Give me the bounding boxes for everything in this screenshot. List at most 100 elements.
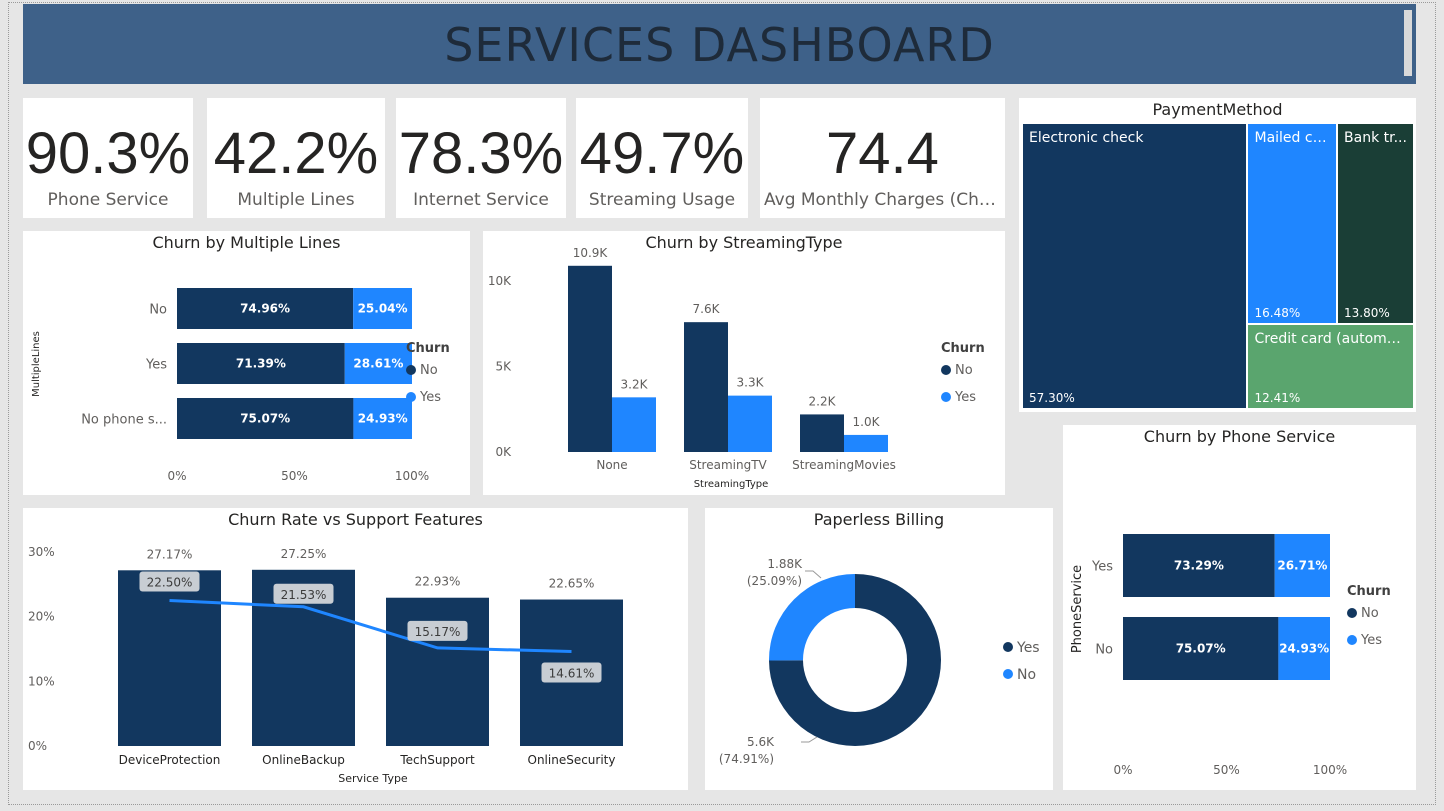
x-tick-label: 50% — [281, 469, 308, 483]
x-tick-label: 100% — [1313, 763, 1347, 777]
data-label: 74.96% — [240, 302, 290, 316]
kpi-value: 90.3% — [25, 121, 191, 186]
treemap-cell-credit-card[interactable]: Credit card (automatic) 12.41% — [1248, 325, 1413, 408]
support-features-combo-chart: 0% 10% 20% 30% 27.17% DeviceProtection 27.25% O… — [28, 545, 623, 785]
header-scrollbar[interactable] — [1404, 10, 1412, 76]
legend-marker-yes — [941, 392, 951, 402]
treemap-label: Mailed ch... — [1254, 130, 1333, 146]
treemap-label: Electronic check — [1029, 130, 1144, 146]
legend-label-no: No — [1017, 667, 1036, 683]
data-label: 26.71% — [1277, 559, 1327, 573]
kpi-card-multiple-lines[interactable]: 42.2% Multiple Lines — [207, 98, 385, 218]
y-tick-label: 20% — [28, 610, 55, 624]
data-label: 73.29% — [1174, 559, 1224, 573]
data-label: 2.2K — [809, 394, 837, 408]
chart-paperless-billing[interactable]: Paperless Billing 5.6K (74.91%) 1.88K (25.0… — [705, 508, 1053, 790]
y-tick-label: 0% — [28, 739, 47, 753]
column-yes — [844, 434, 888, 452]
kpi-card-internet-service[interactable]: 78.3% Internet Service — [396, 98, 566, 218]
data-label: 24.93% — [1279, 642, 1329, 656]
data-label: 3.3K — [737, 376, 765, 390]
y-axis-title: PhoneService — [1070, 565, 1085, 653]
x-axis-title: Service Type — [338, 772, 408, 785]
kpi-card-avg-monthly-charges[interactable]: 74.4 Avg Monthly Charges (Churned) — [760, 98, 1005, 218]
y-tick-label: 5K — [495, 360, 512, 374]
legend-marker-yes — [406, 392, 416, 402]
multiple-lines-bar-chart: 74.96% 25.04% No 71.39% 28.61% Yes 75.07% 24.93… — [31, 288, 450, 483]
x-tick-label: 0% — [167, 469, 186, 483]
legend-marker-no — [1003, 669, 1013, 679]
legend-label-no: No — [420, 363, 438, 378]
data-label: 22.93% — [415, 575, 461, 589]
y-axis-title: MultipleLines — [31, 331, 42, 397]
line-series — [169, 599, 572, 654]
chart-churn-by-phone-service[interactable]: Churn by Phone Service 73.29% 26.71% Yes 75… — [1063, 425, 1416, 790]
legend-label-yes: Yes — [1360, 633, 1382, 648]
chart-churn-by-multiple-lines[interactable]: Churn by Multiple Lines 74.96% 25.04% No 71… — [23, 231, 470, 495]
line-data-label: 21.53% — [281, 588, 327, 602]
x-tick-label: 50% — [1213, 763, 1240, 777]
x-tick-label: 100% — [395, 469, 429, 483]
legend-label-yes: Yes — [419, 390, 441, 405]
data-label: 27.17% — [147, 547, 193, 561]
data-label: 25.04% — [358, 302, 408, 316]
data-label: 28.61% — [353, 357, 403, 371]
payment-method-treemap: Electronic check 57.30% Mailed ch... 16.48%… — [1023, 124, 1413, 408]
treemap-cell-bank-transfer[interactable]: Bank tr... 13.80% — [1338, 124, 1413, 324]
donut-label-pct: (74.91%) — [719, 752, 774, 766]
y-tick-label: 10% — [28, 674, 55, 688]
data-label: 7.6K — [693, 302, 721, 316]
category-label: None — [596, 458, 627, 472]
kpi-card-streaming-usage[interactable]: 49.7% Streaming Usage — [576, 98, 748, 218]
kpi-value: 74.4 — [826, 121, 939, 186]
column-yes — [612, 397, 656, 452]
column-no — [684, 322, 728, 452]
y-tick-label: 0K — [495, 445, 512, 459]
y-tick-label: 30% — [28, 545, 55, 559]
treemap-value: 57.30% — [1029, 391, 1075, 405]
data-label: 75.07% — [240, 412, 290, 426]
category-label: OnlineBackup — [262, 753, 345, 767]
legend-title: Churn — [406, 341, 450, 356]
category-label: TechSupport — [399, 753, 475, 767]
legend-marker-no — [941, 365, 951, 375]
category-label: Yes — [1091, 560, 1113, 575]
x-axis-title: StreamingType — [694, 479, 769, 490]
x-tick-label: 0% — [1113, 763, 1132, 777]
data-label: 1.0K — [853, 415, 881, 429]
category-label: No — [149, 303, 167, 318]
treemap-label: Bank tr... — [1344, 130, 1407, 146]
legend-title: Churn — [941, 341, 985, 356]
chart-churn-by-streaming-type[interactable]: Churn by StreamingType 0K 5K 10K 10.9K 3.2K N… — [483, 231, 1005, 495]
chart-churn-rate-vs-support[interactable]: Churn Rate vs Support Features 0% 10% 20% 3… — [23, 508, 688, 790]
kpi-card-phone-service[interactable]: 90.3% Phone Service — [23, 98, 193, 218]
category-label: No phone s... — [81, 413, 167, 428]
y-tick-label: 10K — [488, 274, 512, 288]
legend-label-no: No — [1361, 606, 1379, 621]
treemap-cell-electronic-check[interactable]: Electronic check 57.30% — [1023, 124, 1247, 408]
chart-payment-method[interactable]: PaymentMethod Electronic check 57.30% Mail… — [1019, 98, 1416, 412]
data-label: 27.25% — [281, 547, 327, 561]
dashboard-header: SERVICES DASHBOARD — [23, 4, 1416, 84]
category-label: DeviceProtection — [119, 753, 221, 767]
phone-service-bar-chart: 73.29% 26.71% Yes 75.07% 24.93% No 0% 50% 100% Ph… — [1070, 534, 1391, 777]
category-label: StreamingMovies — [792, 458, 896, 472]
legend-marker-no — [1347, 608, 1357, 618]
paperless-billing-donut: 5.6K (74.91%) 1.88K (25.09%) Yes No — [719, 557, 1040, 766]
column-no — [800, 414, 844, 452]
kpi-value: 49.7% — [579, 121, 745, 186]
legend-label-yes: Yes — [1016, 640, 1040, 656]
streaming-type-column-chart: 0K 5K 10K 10.9K 3.2K None 7.6K 3.3K StreamingTV 2… — [488, 246, 985, 490]
data-label: 24.93% — [358, 412, 408, 426]
treemap-value: 16.48% — [1254, 306, 1301, 321]
kpi-label: Phone Service — [47, 190, 169, 210]
treemap-cell-mailed-check[interactable]: Mailed ch... 16.48% — [1248, 124, 1337, 324]
kpi-label: Multiple Lines — [237, 190, 355, 210]
legend-marker-no — [406, 365, 416, 375]
legend-marker-yes — [1347, 635, 1357, 645]
kpi-label: Avg Monthly Charges (Churned) — [764, 190, 1001, 210]
data-label: 71.39% — [236, 357, 286, 371]
column-churn-rate — [118, 570, 221, 746]
treemap-value: 13.80% — [1344, 306, 1390, 321]
legend-title: Churn — [1347, 584, 1391, 599]
